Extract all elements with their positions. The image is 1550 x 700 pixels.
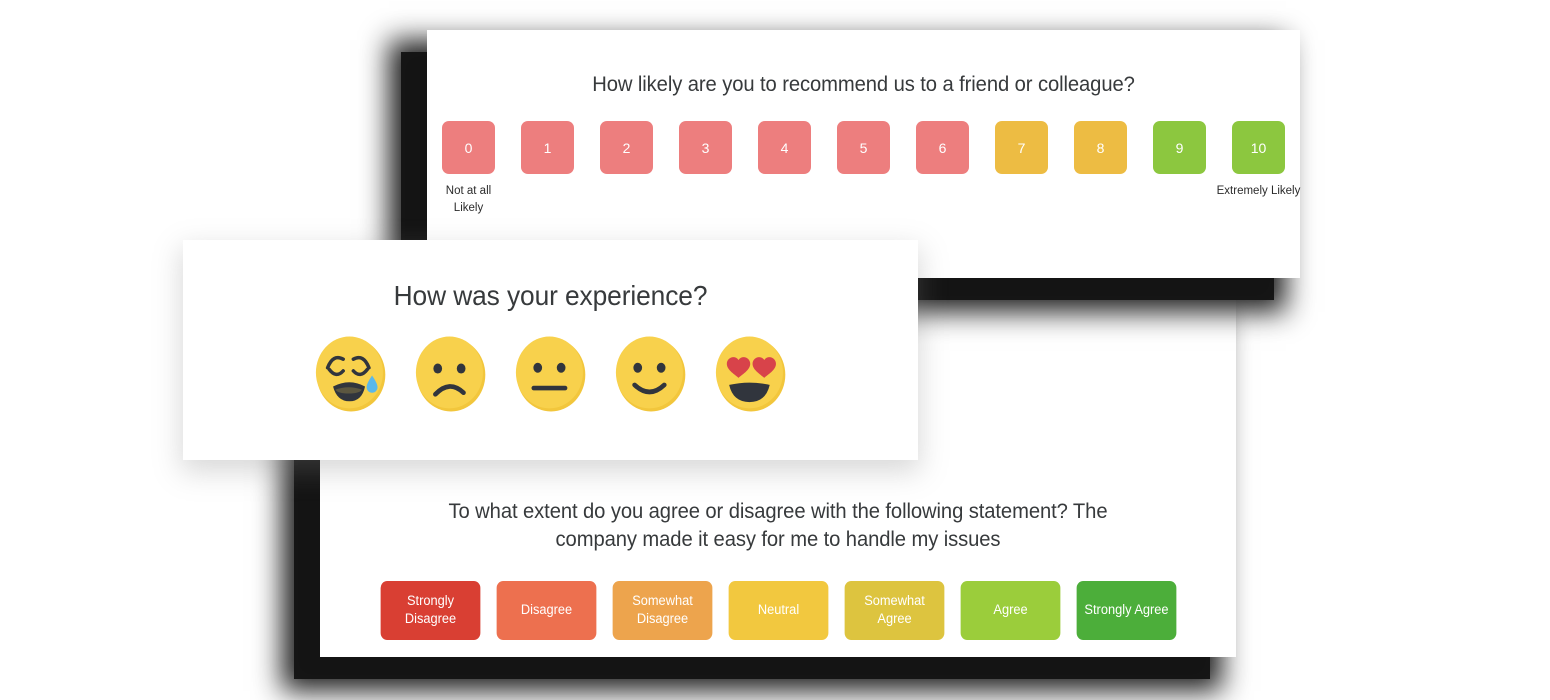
nps-option-box-3[interactable]: 3 xyxy=(679,121,732,175)
nps-option-7[interactable]: 7 xyxy=(995,121,1048,175)
csat-emoji-scale xyxy=(183,335,918,413)
nps-option-box-9[interactable]: 9 xyxy=(1153,121,1206,175)
nps-option-box-0[interactable]: 0 xyxy=(442,121,495,175)
nps-option-10[interactable]: 10 Extremely Likely xyxy=(1217,121,1300,200)
nps-option-5[interactable]: 5 xyxy=(837,121,890,175)
crying-face-emoji[interactable] xyxy=(312,335,390,413)
nps-left-caption: Not at all Likely xyxy=(445,185,492,215)
nps-option-9[interactable]: 9 xyxy=(1153,121,1206,175)
nps-option-1[interactable]: 1 xyxy=(521,121,574,175)
ces-option-strongly-agree[interactable]: Strongly Agree xyxy=(1076,580,1176,640)
nps-option-box-1[interactable]: 1 xyxy=(521,121,574,175)
nps-option-2[interactable]: 2 xyxy=(600,121,653,175)
nps-scale: 0 Not at all Likely 1 2 3 4 5 6 7 8 9 10 Extremely L… xyxy=(427,121,1300,216)
frowning-face-emoji[interactable] xyxy=(412,335,490,413)
nps-option-0[interactable]: 0 Not at all Likely xyxy=(442,121,495,216)
nps-option-box-10[interactable]: 10 xyxy=(1232,121,1285,175)
csat-question-card: How was your experience? xyxy=(183,240,918,460)
neutral-face-emoji[interactable] xyxy=(512,335,590,413)
ces-option-disagree[interactable]: Disagree xyxy=(496,580,596,640)
nps-option-box-5[interactable]: 5 xyxy=(837,121,890,175)
nps-option-3[interactable]: 3 xyxy=(679,121,732,175)
nps-option-box-2[interactable]: 2 xyxy=(600,121,653,175)
nps-option-box-7[interactable]: 7 xyxy=(995,121,1048,175)
slightly-smiling-emoji[interactable] xyxy=(612,335,690,413)
nps-option-box-8[interactable]: 8 xyxy=(1074,121,1127,175)
nps-question-text: How likely are you to recommend us to a … xyxy=(592,72,1135,96)
ces-option-strongly-disagree[interactable]: Strongly Disagree xyxy=(380,580,480,640)
heart-eyes-emoji[interactable] xyxy=(712,335,790,413)
nps-option-8[interactable]: 8 xyxy=(1074,121,1127,175)
survey-cards-stage: How likely are you to recommend us to a … xyxy=(0,0,1550,700)
nps-option-box-6[interactable]: 6 xyxy=(916,121,969,175)
ces-option-agree[interactable]: Agree xyxy=(960,580,1060,640)
ces-option-somewhat-disagree[interactable]: Somewhat Disagree xyxy=(612,580,712,640)
ces-option-neutral[interactable]: Neutral xyxy=(728,580,828,640)
nps-right-caption: Extremely Likely xyxy=(1216,185,1301,198)
nps-option-box-4[interactable]: 4 xyxy=(758,121,811,175)
nps-option-6[interactable]: 6 xyxy=(916,121,969,175)
nps-option-4[interactable]: 4 xyxy=(758,121,811,175)
ces-option-somewhat-agree[interactable]: Somewhat Agree xyxy=(844,580,944,640)
ces-likert-scale: Strongly Disagree Disagree Somewhat Disagr… xyxy=(320,580,1236,640)
csat-question-text: How was your experience? xyxy=(393,280,708,311)
